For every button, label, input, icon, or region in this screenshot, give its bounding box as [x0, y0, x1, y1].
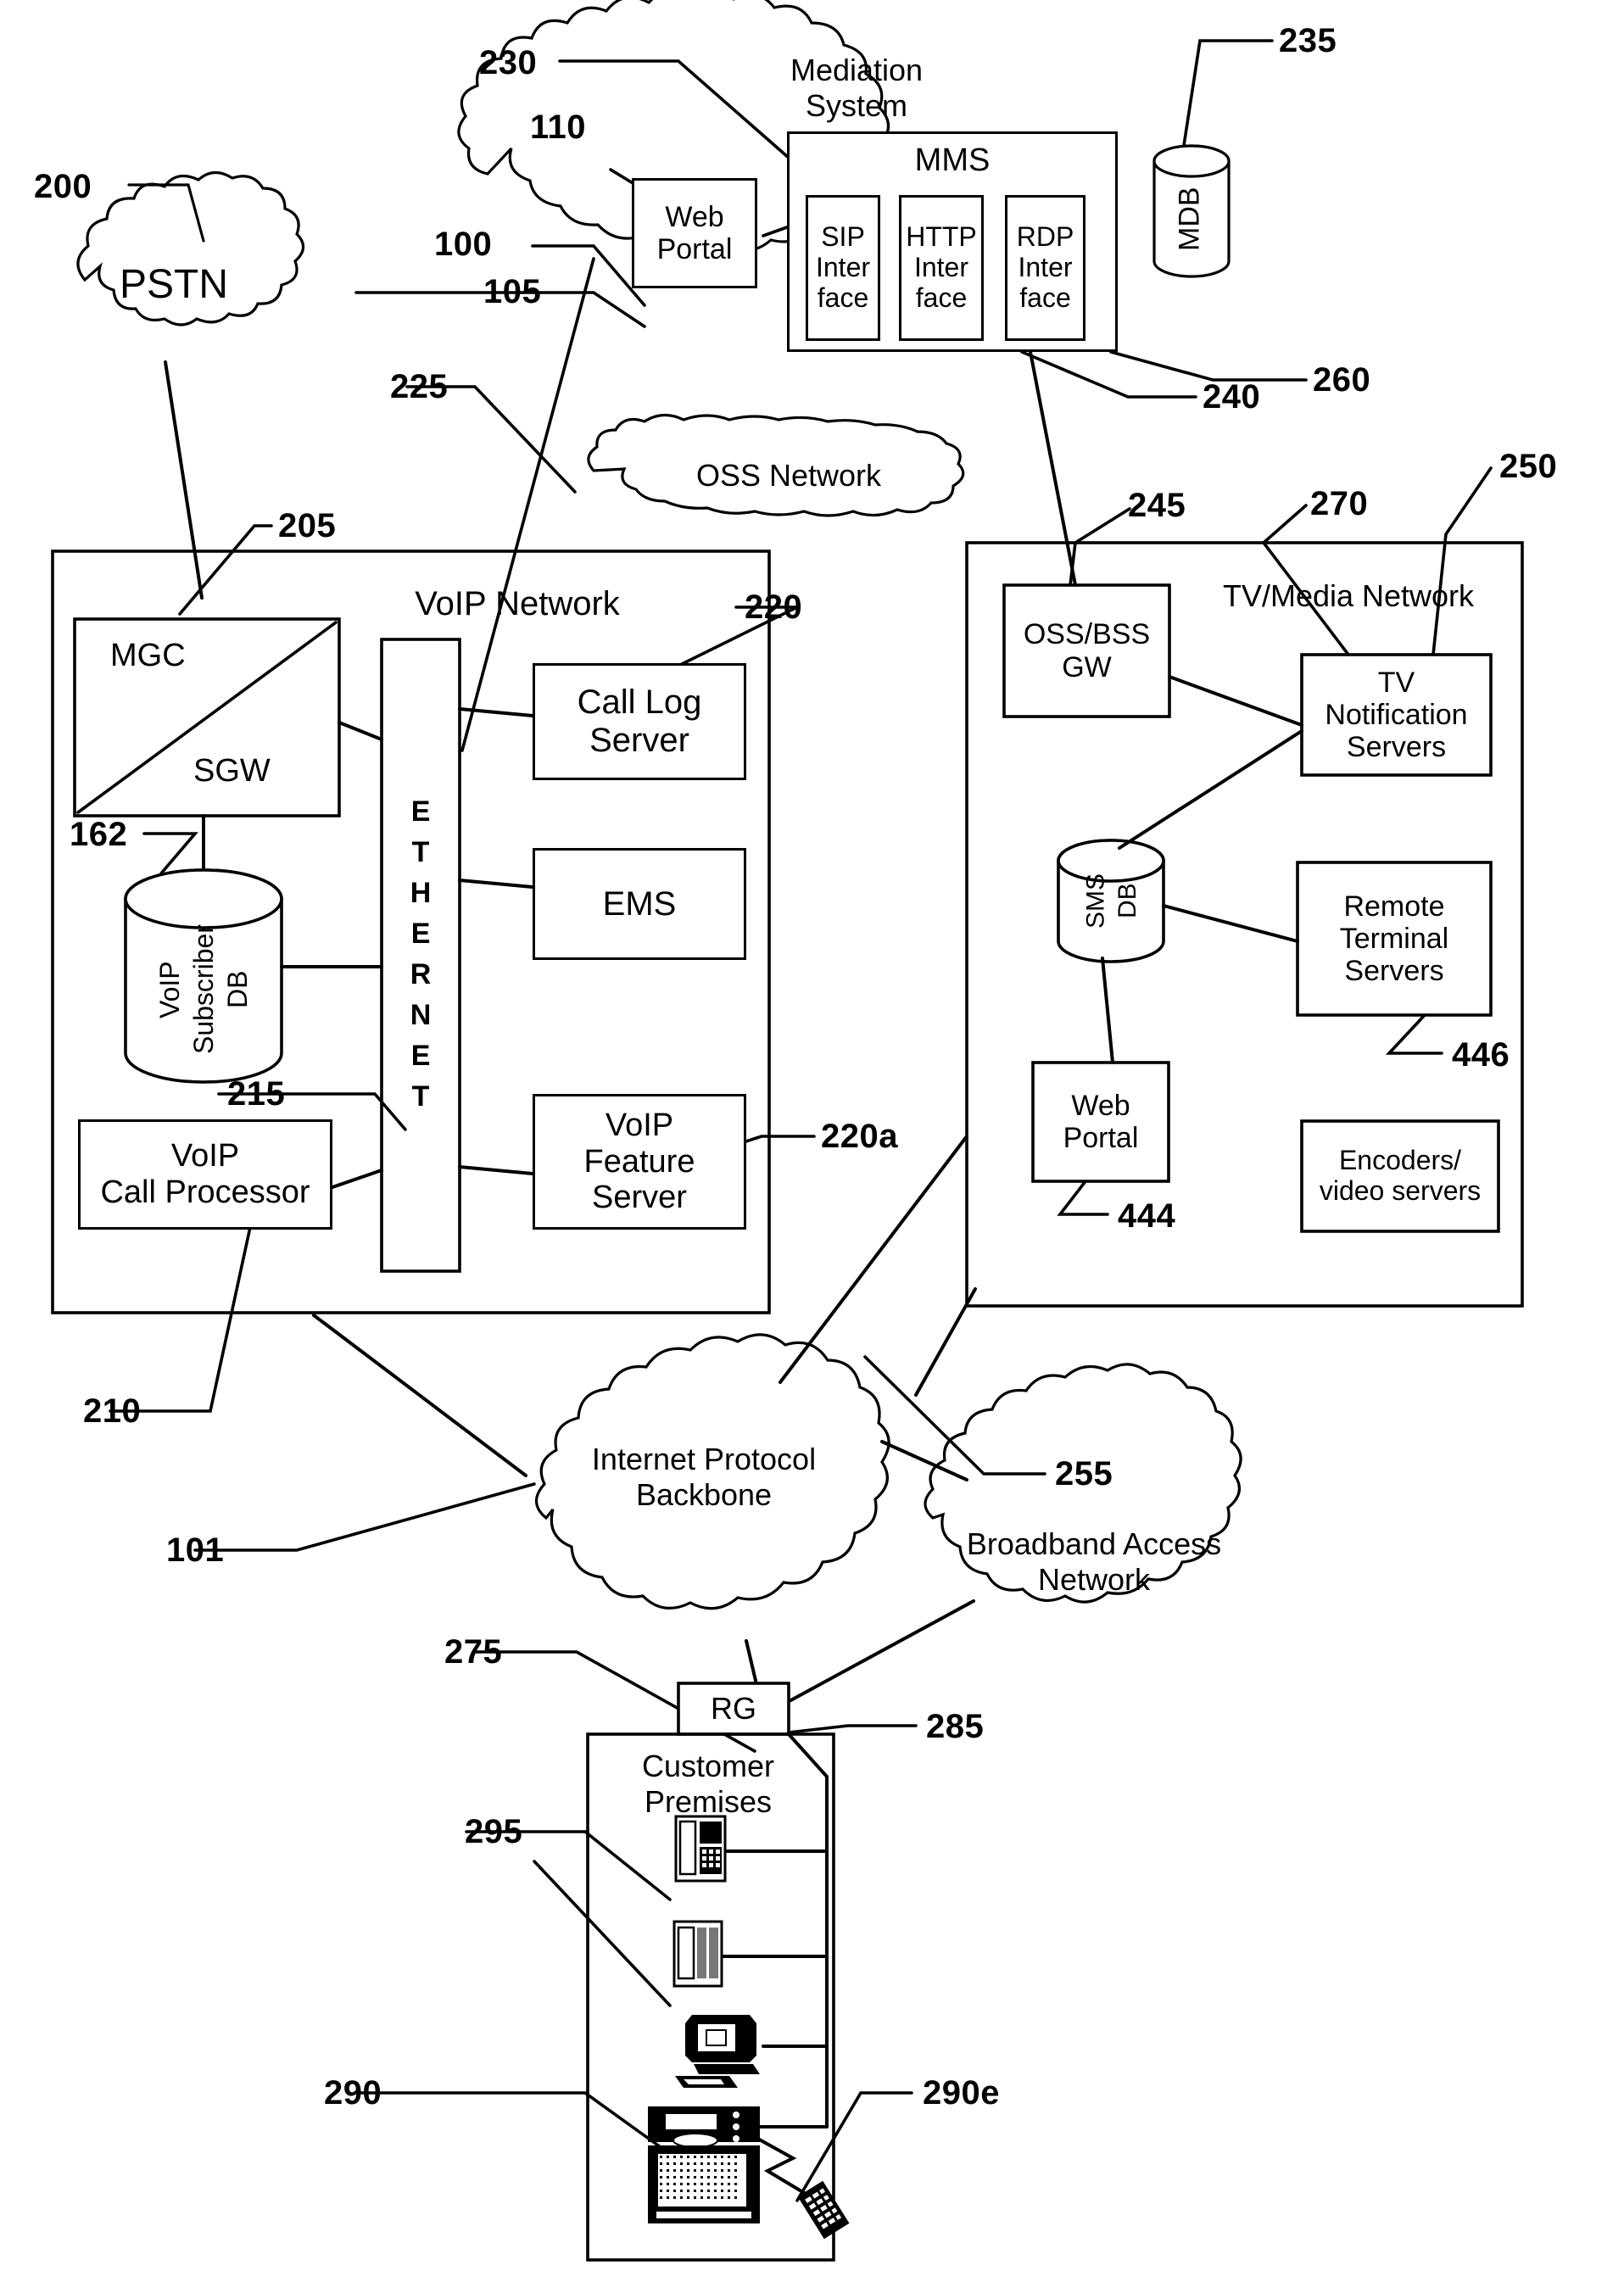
ref-101: 101 — [166, 1531, 225, 1569]
link-voip-ipbackbone — [312, 1314, 527, 1477]
sgw-label: SGW — [193, 753, 271, 789]
computer-icon — [675, 2015, 760, 2088]
leader-250 — [1431, 466, 1493, 656]
ref-295: 295 — [465, 1813, 523, 1850]
voip-feature-server-box[interactable]: VoIP Feature Server — [533, 1094, 746, 1230]
pstn-label: PSTN — [119, 262, 228, 307]
ref-225: 225 — [390, 368, 449, 405]
link-webportal-mms — [762, 226, 789, 237]
link-eth-ems — [458, 879, 534, 889]
tv-notification-servers-label[interactable]: TV Notification Servers — [1302, 655, 1491, 775]
leader-210 — [109, 1206, 256, 1413]
ref-250: 250 — [1499, 448, 1558, 485]
customer-premises-title: Customer Premises — [641, 1749, 775, 1819]
mediation-system-label: Mediation System — [790, 53, 924, 123]
ip-backbone-label: Internet Protocol Backbone — [591, 1442, 817, 1512]
leader-245 — [1069, 507, 1131, 587]
leader-162 — [142, 832, 198, 875]
sip-interface-box[interactable]: SIP Inter face — [806, 195, 880, 341]
link-smsdb-webportal — [1101, 957, 1114, 1064]
http-interface-box[interactable]: HTTP Inter face — [899, 195, 984, 341]
remote-terminal-servers-label[interactable]: Remote Terminal Servers — [1298, 862, 1491, 1015]
mdb-label: MDB — [1173, 187, 1206, 251]
figure-canvas: 200 230 110 100 105 235 260 240 225 205 … — [0, 0, 1624, 2293]
link-smsdb-remote — [1162, 904, 1299, 943]
leader-240 — [1020, 350, 1197, 399]
ref-285: 285 — [926, 1708, 985, 1745]
leader-200 — [127, 183, 205, 243]
broadband-network-label: Broadband Access Network — [966, 1526, 1222, 1597]
leader-260 — [1109, 350, 1308, 382]
leader-255 — [863, 1355, 1046, 1476]
ref-270: 270 — [1310, 485, 1369, 522]
mgc-label: MGC — [110, 638, 186, 673]
link-smsdb-tvnotif — [1118, 729, 1303, 850]
ethernet-label: ETHERNET — [388, 695, 453, 1221]
ref-275: 275 — [444, 1633, 503, 1671]
web-portal-box[interactable]: Web Portal — [632, 178, 757, 288]
phone-1-icon — [674, 1815, 727, 1883]
leader-101 — [193, 1482, 536, 1552]
ethernet-text: ETHERNET — [405, 795, 438, 1121]
phone-2-icon — [672, 1920, 723, 1988]
voip-network-title: VoIP Network — [415, 585, 620, 622]
ref-230: 230 — [479, 44, 538, 81]
link-ossbss-tvnotif — [1168, 675, 1303, 727]
leader-235 — [1181, 39, 1274, 153]
ref-162: 162 — [70, 816, 128, 853]
link-pstn-mgc — [164, 360, 204, 600]
leader-285 — [787, 1724, 918, 1734]
oss-bss-gw-label[interactable]: OSS/BSS GW — [1004, 585, 1169, 717]
ref-205: 205 — [278, 507, 337, 544]
ref-220: 220 — [745, 589, 803, 626]
ref-290: 290 — [324, 2074, 382, 2112]
ref-215: 215 — [227, 1075, 286, 1113]
voip-call-processor-box[interactable]: VoIP Call Processor — [78, 1119, 332, 1230]
mms-label: MMS — [914, 142, 991, 178]
leader-290 — [353, 2091, 672, 2156]
call-log-server-box[interactable]: Call Log Server — [533, 663, 746, 780]
link-mms-ossbss — [1029, 350, 1077, 587]
remote-control-icon — [797, 2180, 850, 2240]
link-mgc-ethernet — [338, 721, 383, 741]
rdp-interface-box[interactable]: RDP Inter face — [1005, 195, 1085, 341]
tv-web-portal-label[interactable]: Web Portal — [1033, 1063, 1169, 1181]
link-tvnet-broadband — [914, 1287, 977, 1397]
encoders-video-servers-label[interactable]: Encoders/ video servers — [1302, 1121, 1498, 1231]
tv-media-network-title: TV/Media Network — [1222, 578, 1475, 613]
ref-110: 110 — [530, 109, 587, 146]
link-eth-feature — [458, 1165, 534, 1175]
voip-subscriber-db-label: VoIP Subscriber DB — [154, 924, 253, 1055]
ref-255: 255 — [1055, 1455, 1113, 1492]
ems-box[interactable]: EMS — [533, 848, 746, 960]
link-broadband-rg — [766, 1599, 975, 1715]
link-ipbackbone-broadband — [880, 1440, 968, 1481]
link-cp-ethernet — [331, 1169, 383, 1189]
ref-105: 105 — [483, 273, 542, 310]
ref-290e: 290e — [923, 2074, 1000, 2112]
ref-235: 235 — [1279, 22, 1337, 59]
ref-240: 240 — [1203, 378, 1261, 416]
ref-444: 444 — [1118, 1197, 1176, 1235]
leader-444 — [1057, 1180, 1109, 1216]
ref-220a: 220a — [821, 1118, 898, 1155]
ref-100: 100 — [434, 226, 493, 263]
ref-200: 200 — [34, 168, 92, 205]
ref-210: 210 — [83, 1392, 142, 1430]
television-icon — [648, 2106, 760, 2223]
ref-260: 260 — [1313, 361, 1371, 399]
oss-network-label: OSS Network — [695, 458, 882, 493]
ref-446: 446 — [1452, 1036, 1510, 1074]
rg-label[interactable]: RG — [678, 1683, 789, 1734]
sms-db-label: SMS DB — [1081, 873, 1142, 929]
ref-245: 245 — [1128, 487, 1186, 524]
leader-446 — [1385, 1013, 1443, 1055]
